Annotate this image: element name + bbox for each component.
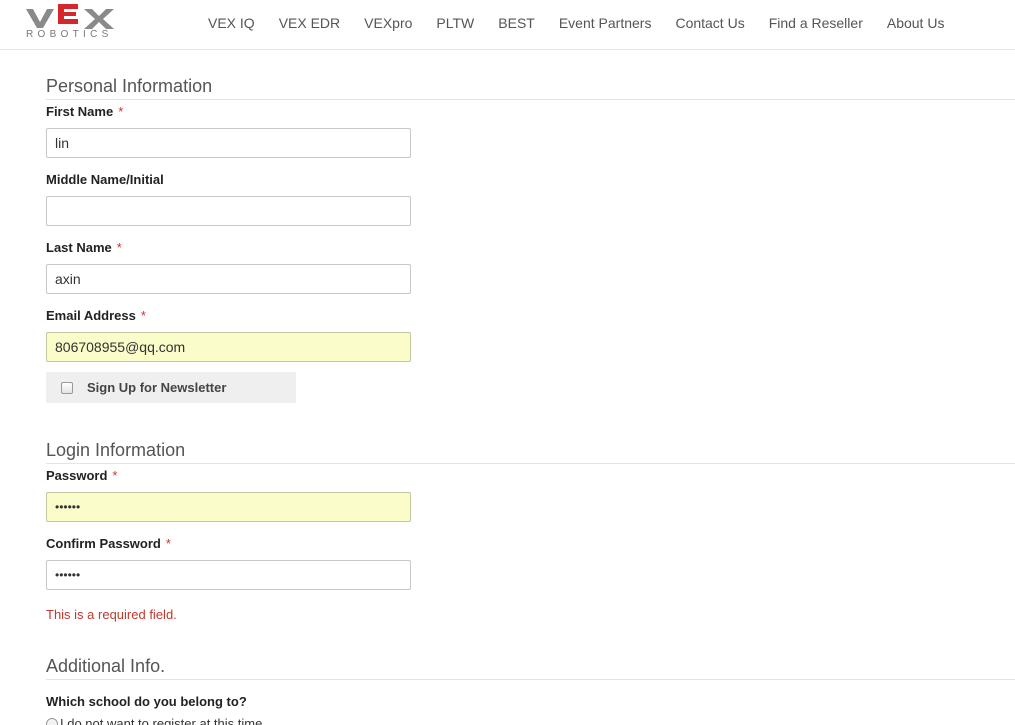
email-label-text: Email Address	[46, 308, 136, 323]
first-name-label-text: First Name	[46, 104, 114, 119]
nav-contact-us[interactable]: Contact Us	[663, 15, 756, 31]
nav-best[interactable]: BEST	[486, 15, 547, 31]
middle-name-label: Middle Name/Initial	[46, 172, 164, 187]
validation-error: This is a required field.	[46, 607, 177, 622]
required-marker: *	[140, 308, 146, 323]
email-label: Email Address *	[46, 308, 146, 323]
additional-info-heading: Additional Info.	[46, 656, 166, 676]
nav-vex-edr[interactable]: VEX EDR	[267, 15, 352, 31]
middle-name-input[interactable]	[46, 196, 411, 226]
nav-vex-iq[interactable]: VEX IQ	[196, 15, 267, 31]
section-divider	[46, 679, 1015, 680]
confirm-password-label-text: Confirm Password	[46, 536, 161, 551]
nav-event-partners[interactable]: Event Partners	[547, 15, 664, 31]
school-question: Which school do you belong to?	[46, 694, 247, 709]
school-option-radio[interactable]	[46, 717, 58, 725]
section-divider	[46, 463, 1015, 464]
required-marker: *	[165, 536, 171, 551]
password-input[interactable]	[46, 492, 411, 522]
password-label-text: Password	[46, 468, 108, 483]
first-name-input[interactable]	[46, 128, 411, 158]
school-option-label: I do not want to register at this time	[60, 716, 263, 725]
login-info-heading: Login Information	[46, 440, 186, 460]
newsletter-label: Sign Up for Newsletter	[87, 380, 227, 395]
nav-find-reseller[interactable]: Find a Reseller	[757, 15, 875, 31]
confirm-password-input[interactable]	[46, 560, 411, 590]
nav-about-us[interactable]: About Us	[875, 15, 957, 31]
newsletter-option[interactable]: Sign Up for Newsletter	[46, 372, 296, 403]
section-divider	[46, 99, 1015, 100]
email-input[interactable]	[46, 332, 411, 362]
newsletter-checkbox[interactable]	[61, 381, 73, 394]
school-option[interactable]: I do not want to register at this time	[46, 716, 262, 725]
main-nav: VEX IQ VEX EDR VEXpro PLTW BEST Event Pa…	[196, 15, 956, 31]
required-marker: *	[118, 104, 124, 119]
nav-vexpro[interactable]: VEXpro	[352, 15, 424, 31]
personal-info-heading: Personal Information	[46, 76, 213, 96]
confirm-password-label: Confirm Password *	[46, 536, 171, 551]
last-name-input[interactable]	[46, 264, 411, 294]
vex-logo-mark	[26, 4, 114, 29]
last-name-label: Last Name *	[46, 240, 122, 255]
password-label: Password *	[46, 468, 117, 483]
required-marker: *	[116, 240, 122, 255]
required-marker: *	[112, 468, 118, 483]
middle-name-label-text: Middle Name/Initial	[46, 172, 164, 187]
last-name-label-text: Last Name	[46, 240, 112, 255]
vex-logo[interactable]: ROBOTICS	[26, 0, 120, 44]
logo-subtitle: ROBOTICS	[26, 29, 113, 40]
first-name-label: First Name *	[46, 104, 123, 119]
nav-pltw[interactable]: PLTW	[424, 15, 486, 31]
site-header: ROBOTICS VEX IQ VEX EDR VEXpro PLTW BEST…	[0, 0, 1015, 50]
